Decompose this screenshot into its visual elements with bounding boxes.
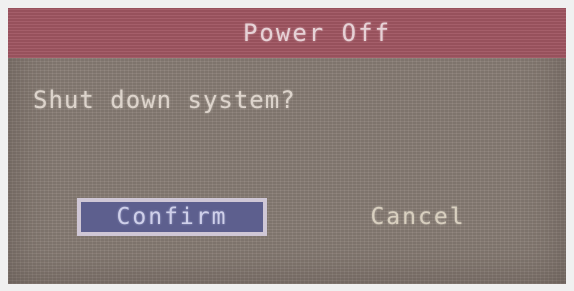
dialog-title-bar: Power Off [8,8,566,58]
confirm-button[interactable]: Confirm [77,198,267,236]
screen: Power Off Shut down system? Confirm Canc… [0,0,574,291]
dialog-message: Shut down system? [33,86,296,114]
cancel-button[interactable]: Cancel [348,198,488,236]
dialog-title: Power Off [242,19,392,47]
power-off-dialog: Power Off Shut down system? Confirm Canc… [8,8,566,284]
